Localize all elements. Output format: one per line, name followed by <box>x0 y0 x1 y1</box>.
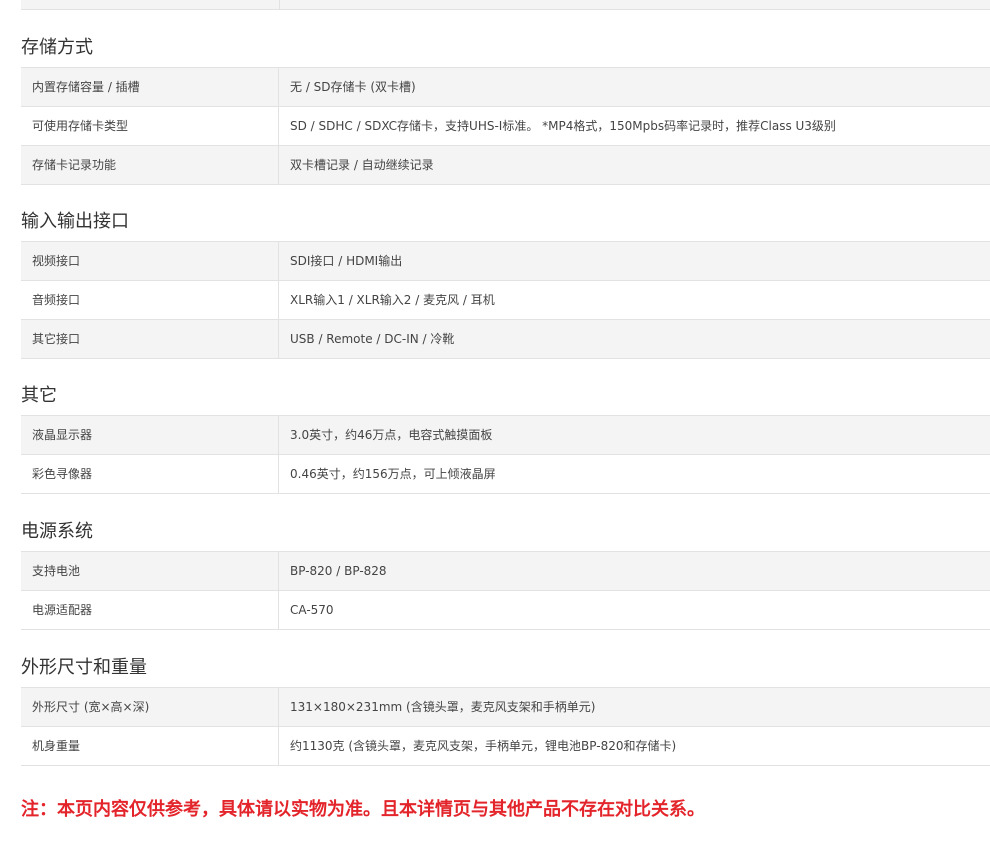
table-row: 其它接口 USB / Remote / DC-IN / 冷靴 <box>21 320 990 359</box>
table-row: 存储卡记录功能 双卡槽记录 / 自动继续记录 <box>21 146 990 185</box>
column-divider <box>279 0 280 9</box>
spec-value: 0.46英寸，约156万点，可上倾液晶屏 <box>290 467 496 481</box>
previous-table-edge <box>21 0 990 10</box>
section-title: 电源系统 <box>21 521 93 542</box>
spec-key: 彩色寻像器 <box>21 455 279 493</box>
spec-value: 3.0英寸，约46万点，电容式触摸面板 <box>290 428 493 442</box>
spec-table: 液晶显示器 3.0英寸，约46万点，电容式触摸面板 彩色寻像器 0.46英寸，约… <box>21 415 990 494</box>
spec-key: 内置存储容量 / 插槽 <box>21 68 279 106</box>
spec-value: SDI接口 / HDMI输出 <box>290 254 403 268</box>
spec-value: CA-570 <box>290 603 334 617</box>
spec-value: SD / SDHC / SDXC存储卡，支持UHS-I标准。 *MP4格式，15… <box>290 119 836 133</box>
spec-key: 电源适配器 <box>21 591 279 629</box>
table-row: 彩色寻像器 0.46英寸，约156万点，可上倾液晶屏 <box>21 455 990 494</box>
spec-value: XLR输入1 / XLR输入2 / 麦克风 / 耳机 <box>290 293 495 307</box>
table-row: 外形尺寸 (宽×高×深) 131×180×231mm (含镜头罩，麦克风支架和手… <box>21 688 990 727</box>
section-title: 其它 <box>21 385 57 406</box>
table-row: 视频接口 SDI接口 / HDMI输出 <box>21 242 990 281</box>
spec-value: 双卡槽记录 / 自动继续记录 <box>290 158 434 172</box>
spec-table: 支持电池 BP-820 / BP-828 电源适配器 CA-570 <box>21 551 990 630</box>
spec-key: 可使用存储卡类型 <box>21 107 279 145</box>
table-row: 可使用存储卡类型 SD / SDHC / SDXC存储卡，支持UHS-I标准。 … <box>21 107 990 146</box>
spec-key: 存储卡记录功能 <box>21 146 279 184</box>
spec-key: 支持电池 <box>21 552 279 590</box>
table-row: 电源适配器 CA-570 <box>21 591 990 630</box>
table-row: 液晶显示器 3.0英寸，约46万点，电容式触摸面板 <box>21 416 990 455</box>
spec-key: 机身重量 <box>21 727 279 765</box>
spec-key: 外形尺寸 (宽×高×深) <box>21 688 279 726</box>
table-row: 机身重量 约1130克 (含镜头罩，麦克风支架，手柄单元，锂电池BP-820和存… <box>21 727 990 766</box>
section-title: 存储方式 <box>21 37 93 58</box>
spec-table: 外形尺寸 (宽×高×深) 131×180×231mm (含镜头罩，麦克风支架和手… <box>21 687 990 766</box>
disclaimer-note: 注：本页内容仅供参考，具体请以实物为准。且本详情页与其他产品不存在对比关系。 <box>21 799 705 820</box>
section-title: 外形尺寸和重量 <box>21 657 147 678</box>
spec-table: 内置存储容量 / 插槽 无 / SD存储卡 (双卡槽) 可使用存储卡类型 SD … <box>21 67 990 185</box>
spec-key: 其它接口 <box>21 320 279 358</box>
spec-value: BP-820 / BP-828 <box>290 564 387 578</box>
spec-key: 音频接口 <box>21 281 279 319</box>
spec-key: 液晶显示器 <box>21 416 279 454</box>
spec-key: 视频接口 <box>21 242 279 280</box>
section-title: 输入输出接口 <box>21 211 129 232</box>
spec-table: 视频接口 SDI接口 / HDMI输出 音频接口 XLR输入1 / XLR输入2… <box>21 241 990 359</box>
spec-value: 无 / SD存储卡 (双卡槽) <box>290 80 416 94</box>
table-row: 内置存储容量 / 插槽 无 / SD存储卡 (双卡槽) <box>21 68 990 107</box>
table-row: 音频接口 XLR输入1 / XLR输入2 / 麦克风 / 耳机 <box>21 281 990 320</box>
table-row: 支持电池 BP-820 / BP-828 <box>21 552 990 591</box>
spec-value: 约1130克 (含镜头罩，麦克风支架，手柄单元，锂电池BP-820和存储卡) <box>290 739 677 753</box>
spec-value: 131×180×231mm (含镜头罩，麦克风支架和手柄单元) <box>290 700 596 714</box>
spec-value: USB / Remote / DC-IN / 冷靴 <box>290 332 455 346</box>
